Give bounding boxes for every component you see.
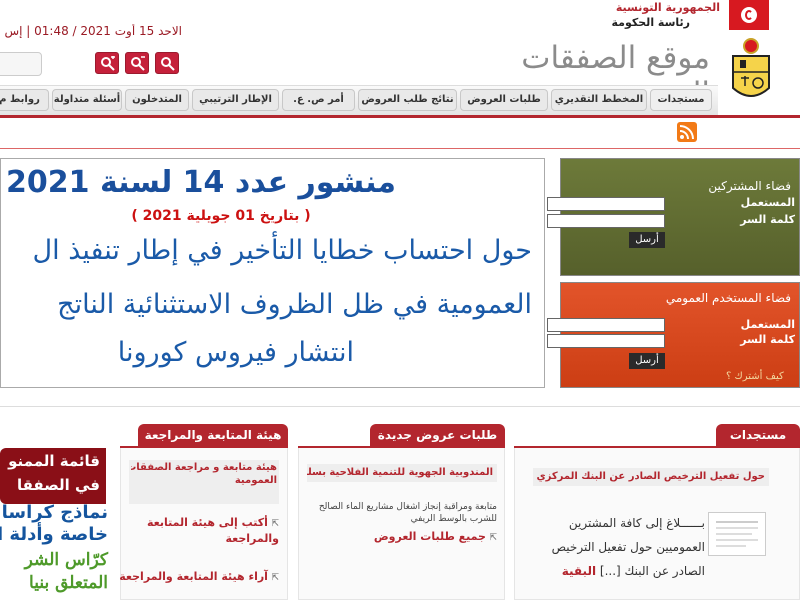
all-tenders-link[interactable]: ⇱ جميع طلبات العروض [349,530,497,543]
templates-link-line-2[interactable]: خاصة وأدلة ال [0,524,108,545]
prohibited-list-banner[interactable]: قائمة الممنو في الصفقا [0,448,106,504]
news-body-line-3: الصادر عن البنك [...] البقية [561,564,705,578]
news-subheading[interactable]: حول تفعيل الترخيص الصادر عن البنك المركز… [533,468,769,486]
tender-subheading[interactable]: المندوبية الجهوية للتنمية الفلاحية بسليا… [307,464,497,482]
menu-item-tender-results[interactable]: نتائج طلب العروض [358,89,457,111]
menu-item-stakeholders[interactable]: المتدخلون [125,89,189,111]
republic-label: الجمهورية التونسية [615,1,720,14]
document-thumbnail-icon [708,512,766,556]
rss-icon [679,125,694,140]
tunisia-flag-icon [729,0,769,30]
zoom-out-icon [131,56,145,71]
announcement-line-3: انتشار فيروس كورونا [117,337,354,368]
subscriber-user-label: المستعمل [740,196,795,209]
section-divider [0,406,800,407]
zoom-out-button[interactable] [125,52,149,74]
public-login-title: فضاء المستخدم العمومي [665,291,791,305]
subscriber-login-title: فضاء المشتركين [708,179,791,193]
board-opinions-link[interactable]: ⇱ آراء هيئة المتابعة والمراجعة [119,570,279,583]
specifications-link-line-2[interactable]: المتعلق بنيا [29,573,108,593]
announcement-banner[interactable]: منشور عدد 14 لسنة 2021 ( بتاريخ 01 جويلي… [0,158,545,388]
subscriber-username-input[interactable] [547,197,665,211]
public-user-label: المستعمل [740,318,795,331]
board-opinions-label: آراء هيئة المتابعة والمراجعة [119,570,268,583]
subscriber-password-input[interactable] [547,214,665,228]
announcement-line-1: حول احتساب خطايا التأخير في إطار تنفيذ ا… [32,235,532,266]
menu-item-tenders[interactable]: طلبات العروض [460,89,548,111]
review-board-item-1-line-2: العمومية [234,475,277,486]
divider [0,148,800,149]
specifications-link-line-1[interactable]: كرّاس الشر [25,550,108,570]
tenders-heading: طلبات عروض جديدة [370,424,505,446]
news-body-text: الصادر عن البنك [...] [599,564,705,578]
news-panel: حول تفعيل الترخيص الصادر عن البنك المركز… [514,448,800,600]
subscriber-send-button[interactable]: أرسل [629,232,665,248]
menu-item-links[interactable]: روابط م [0,89,49,111]
public-username-input[interactable] [547,318,665,332]
rss-feed-button[interactable] [677,122,697,142]
public-send-button[interactable]: أرسل [629,353,665,369]
zoom-reset-button[interactable] [155,52,179,74]
main-menu: مستجدات المخطط التقديري طلبات العروض نتا… [0,85,718,116]
search-input[interactable] [0,52,42,76]
presidency-label: رئاسة الحكومة [611,16,690,29]
header-divider [0,115,800,118]
review-board-heading: هيئة المتابعة والمراجعة [138,424,288,446]
link-arrow-icon: ⇱ [489,533,497,543]
news-body-line-2: العموميين حول تفعيل الترخيص [551,540,705,554]
menu-item-plan[interactable]: المخطط التقديري [551,89,647,111]
news-heading: مستجدات [716,424,800,446]
write-to-board-label: أكتب إلى هيئة المتابعة [146,516,268,529]
menu-item-news[interactable]: مستجدات [650,89,712,111]
zoom-reset-icon [161,57,175,71]
prohibited-list-line-2: في الصفقا [17,476,100,494]
date-time: الاحد 15 أوت 2021 / 01:48 | إس [4,24,182,38]
news-more-link[interactable]: البقية [562,564,596,578]
announcement-date: ( بتاريخ 01 جويلية 2021 ) [131,208,311,224]
tender-body-line-2: للشرب بالوسط الريفي [410,514,497,524]
zoom-in-icon [101,56,115,71]
menu-item-regulatory-framework[interactable]: الإطار الترتيبي [192,89,279,111]
subscriber-password-label: كلمة السر [740,213,795,226]
subscriber-login-box: فضاء المشتركين المستعمل كلمة السر أرسل [547,158,800,276]
link-arrow-icon: ⇱ [271,519,279,529]
tenders-panel: المندوبية الجهوية للتنمية الفلاحية بسليا… [298,448,505,600]
coat-of-arms-icon [732,38,770,97]
all-tenders-label: جميع طلبات العروض [373,530,486,543]
public-password-input[interactable] [547,334,665,348]
prohibited-list-line-1: قائمة الممنو [8,452,100,470]
public-password-label: كلمة السر [740,333,795,346]
templates-link-line-1[interactable]: نماذج كراسا [2,502,108,523]
review-board-panel: هيئة متابعة و مراجعة الصفقات العمومية ⇱ … [119,448,288,600]
how-to-subscribe-link[interactable]: كيف أشترك ؟ [726,371,784,382]
public-user-login-box: فضاء المستخدم العمومي المستعمل كلمة السر… [547,282,800,388]
write-to-board-link[interactable]: ⇱ أكتب إلى هيئة المتابعة [129,516,279,529]
news-body-line-1: بــــــلاغ إلى كافة المشترين [568,516,705,530]
menu-item-faq[interactable]: أسئلة متداولة [52,89,122,111]
menu-item-decree[interactable]: أمر ص. ع. [282,89,355,111]
review-board-item-1-line-1: هيئة متابعة و مراجعة الصفقات [131,462,277,473]
tender-body-line-1: متابعة ومراقبة إنجاز أشغال مشاريع الماء … [318,502,497,512]
announcement-line-2: العمومية في ظل الظروف الاستثنائية الناتج [57,289,532,320]
announcement-title: منشور عدد 14 لسنة 2021 [6,165,396,200]
zoom-in-button[interactable] [95,52,119,74]
link-arrow-icon: ⇱ [271,573,279,583]
write-to-board-label-line-2[interactable]: والمراجعة [129,532,279,545]
